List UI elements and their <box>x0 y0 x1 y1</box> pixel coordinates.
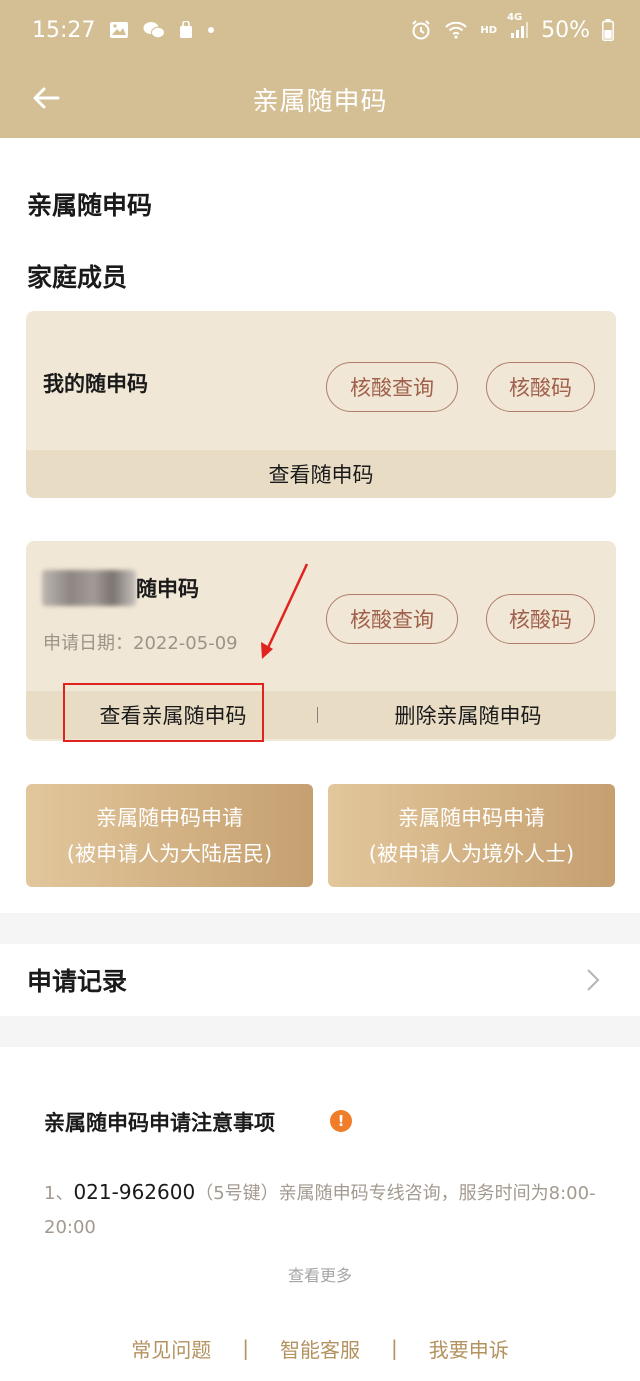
bottom-links: 常见问题 | 智能客服 | 我要申诉 <box>0 1330 640 1366</box>
battery-icon <box>602 19 614 41</box>
notice-body: 1、021-962600（5号键）亲属随申码专线咨询，服务时间为8:00-20:… <box>44 1175 604 1245</box>
status-left: 15:27 <box>32 18 215 43</box>
alarm-icon <box>410 19 432 41</box>
relative-code-name: 随申码 <box>136 577 199 601</box>
gallery-icon <box>109 21 129 39</box>
apply-date: 申请日期：2022-05-09 <box>43 633 238 654</box>
chevron-right-icon <box>587 969 600 991</box>
faq-link[interactable]: 常见问题 <box>100 1334 242 1363</box>
family-members-title: 家庭成员 <box>27 263 128 292</box>
apply-mainland-button[interactable]: 亲属随申码申请 (被申请人为大陆居民) <box>26 784 313 887</box>
delete-relative-code-button[interactable]: 删除亲属随申码 <box>342 691 594 739</box>
see-more-link[interactable]: 查看更多 <box>0 1262 640 1286</box>
annotation-arrow-icon <box>261 563 309 659</box>
section-title: 亲属随申码 <box>27 191 153 220</box>
divider-band <box>0 1016 640 1047</box>
dot-icon <box>207 26 215 34</box>
apply-mainland-line1: 亲属随申码申请 <box>96 805 243 830</box>
battery-percent: 50% <box>541 17 590 43</box>
relative-nucleic-query-button[interactable]: 核酸查询 <box>326 594 458 644</box>
status-time: 15:27 <box>32 17 96 43</box>
page-title: 亲属随申码 <box>252 86 388 117</box>
wifi-icon <box>444 20 468 40</box>
blurred-name <box>42 570 136 606</box>
arrow-left-icon <box>33 87 60 109</box>
apply-mainland-line2: (被申请人为大陆居民) <box>66 841 273 866</box>
network-type: 4G <box>507 12 523 23</box>
relative-nucleic-code-button[interactable]: 核酸码 <box>486 594 595 644</box>
nucleic-code-button[interactable]: 核酸码 <box>486 362 595 412</box>
nucleic-query-button[interactable]: 核酸查询 <box>326 362 458 412</box>
hd-indicator: HD <box>480 24 498 36</box>
wechat-icon <box>143 21 166 39</box>
link-divider: | <box>391 1336 398 1360</box>
apply-overseas-line2: (被申请人为境外人士) <box>368 841 575 866</box>
notice-prefix: 1、 <box>44 1183 74 1204</box>
my-code-name: 我的随申码 <box>43 372 148 396</box>
divider-band <box>0 913 640 944</box>
app-bar: 亲属随申码 <box>0 60 640 138</box>
application-records-row[interactable]: 申请记录 <box>0 944 640 1016</box>
apply-overseas-button[interactable]: 亲属随申码申请 (被申请人为境外人士) <box>328 784 615 887</box>
smart-service-link[interactable]: 智能客服 <box>249 1334 391 1363</box>
hotline-number[interactable]: 021-962600 <box>73 1180 195 1204</box>
back-button[interactable] <box>26 78 66 118</box>
records-title: 申请记录 <box>27 967 128 996</box>
warning-icon: ! <box>330 1110 352 1132</box>
status-right: HD 4G 50% <box>410 12 614 43</box>
my-health-code-card: 我的随申码 核酸查询 核酸码 查看随申码 <box>26 311 616 498</box>
footer-divider <box>317 707 318 723</box>
highlight-box <box>63 683 264 742</box>
status-bar: 15:27 HD 4G 50% <box>0 0 640 60</box>
notice-title: 亲属随申码申请注意事项 <box>44 1111 275 1135</box>
signal-icon: 4G <box>507 12 529 40</box>
shopping-bag-icon <box>179 21 193 39</box>
apply-overseas-line1: 亲属随申码申请 <box>398 805 545 830</box>
complaint-link[interactable]: 我要申诉 <box>398 1334 540 1363</box>
link-divider: | <box>242 1336 249 1360</box>
view-health-code-button[interactable]: 查看随申码 <box>26 450 616 498</box>
